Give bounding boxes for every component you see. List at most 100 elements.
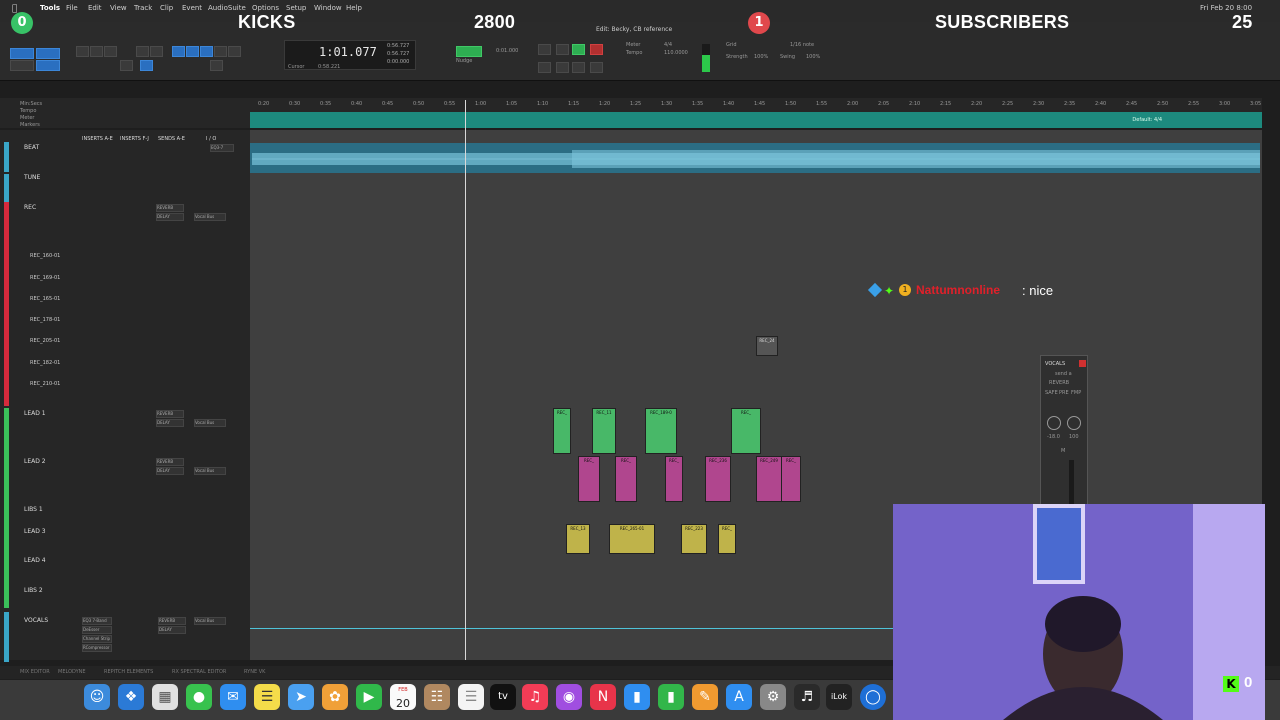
menu-edit[interactable]: Edit [88, 4, 102, 12]
keynote-icon[interactable]: ▮ [624, 684, 650, 710]
playhead[interactable] [465, 100, 466, 660]
lead1-clip-3[interactable]: REC_189-0 [645, 408, 677, 454]
beat-audio-clip[interactable] [250, 143, 1260, 173]
lead2-clip-2[interactable]: REC_ [615, 456, 637, 502]
status-rx[interactable]: RX SPECTRAL EDITOR [172, 669, 226, 675]
io-slot-lead1[interactable]: Vocal Bus [194, 419, 226, 427]
playlist-6[interactable]: REC_182-01 [30, 360, 60, 366]
send-pre-button[interactable]: PRE [1059, 390, 1069, 396]
lead2-clip-3[interactable]: REC_ [665, 456, 683, 502]
send-mute-button[interactable]: M [1061, 448, 1065, 454]
vocals-volume-line[interactable] [250, 628, 893, 629]
selector-tool-button[interactable] [172, 46, 185, 57]
status-ryne[interactable]: RYNE VK [244, 669, 265, 675]
mirror-midi-button[interactable] [210, 60, 223, 71]
menu-view[interactable]: View [110, 4, 127, 12]
send-slot-lead2-delay[interactable]: DELAY [156, 467, 184, 475]
rewind-button[interactable] [538, 62, 551, 73]
appstore-icon[interactable]: A [726, 684, 752, 710]
track-name-lead4[interactable]: LEAD 4 [24, 557, 46, 564]
protools-icon[interactable]: ◯ [860, 684, 886, 710]
stop-button[interactable] [556, 44, 569, 55]
send-slot-lead1-reverb[interactable]: REVERB [156, 410, 184, 418]
menu-event[interactable]: Event [182, 4, 202, 12]
libs-clip-4[interactable]: REC_ [718, 524, 736, 554]
send-window[interactable]: VOCALS send a REVERB SAFE PRE FMP -18.0 … [1040, 355, 1088, 507]
numbers-icon[interactable]: ▮ [658, 684, 684, 710]
send-slot-lead2-reverb[interactable]: REVERB [156, 458, 184, 466]
lead1-clip-4[interactable]: REC_ [731, 408, 761, 454]
send-level-knob[interactable] [1047, 416, 1061, 430]
shuffle-button[interactable] [10, 48, 34, 59]
send-slot-rec-reverb[interactable]: REVERB [156, 204, 184, 212]
close-icon[interactable] [1079, 360, 1086, 367]
playlist-4[interactable]: REC_178-01 [30, 317, 60, 323]
lead2-clip-4[interactable]: REC_236 [705, 456, 731, 502]
tab-to-transient-button[interactable] [120, 60, 133, 71]
track-name-lead2[interactable]: LEAD 2 [24, 458, 46, 465]
rec-clip[interactable]: REC_24 [756, 336, 778, 356]
scrubber-tool-button[interactable] [214, 46, 227, 57]
smart-tool-button[interactable] [200, 46, 213, 57]
messages-icon[interactable]: ● [186, 684, 212, 710]
send-slot-vocals-reverb[interactable]: REVERB [158, 617, 186, 625]
menu-audiosuite[interactable]: AudioSuite [208, 4, 246, 12]
ilok-icon[interactable]: iLok [826, 684, 852, 710]
online-button[interactable] [538, 44, 551, 55]
track-name-lead1[interactable]: LEAD 1 [24, 410, 46, 417]
contacts-icon[interactable]: ☷ [424, 684, 450, 710]
spot-button[interactable] [36, 48, 60, 59]
io-slot-lead2[interactable]: Vocal Bus [194, 467, 226, 475]
io-slot-vocals[interactable]: Vocal Bus [194, 617, 226, 625]
libs-clip-1[interactable]: REC_13 [566, 524, 590, 554]
zoom-out-button[interactable] [90, 46, 103, 57]
status-repitch[interactable]: REPITCH ELEMENTS [104, 669, 153, 675]
maps-icon[interactable]: ➤ [288, 684, 314, 710]
menu-track[interactable]: Track [134, 4, 152, 12]
grid-mode-button[interactable] [456, 46, 482, 57]
return-to-zero-button[interactable] [572, 62, 585, 73]
record-button[interactable] [590, 44, 603, 55]
finder-icon[interactable]: ☺ [84, 684, 110, 710]
menu-options[interactable]: Options [252, 4, 279, 12]
playlist-7[interactable]: REC_210-01 [30, 381, 60, 387]
io-slot-rec[interactable]: Vocal Bus [194, 213, 226, 221]
track-name-libs2[interactable]: LIBS 2 [24, 587, 43, 594]
tuner-icon[interactable]: ♬ [794, 684, 820, 710]
pencil-tool-button[interactable] [228, 46, 241, 57]
playlist-2[interactable]: REC_169-01 [30, 275, 60, 281]
play-button[interactable] [572, 44, 585, 55]
track-name-lead3[interactable]: LEAD 3 [24, 528, 46, 535]
notes-icon[interactable]: ☰ [254, 684, 280, 710]
fast-forward-button[interactable] [556, 62, 569, 73]
go-to-end-button[interactable] [590, 62, 603, 73]
lead1-clip-2[interactable]: REC_11 [592, 408, 616, 454]
lead2-clip-1[interactable]: REC_ [578, 456, 600, 502]
send-safe-button[interactable]: SAFE [1045, 390, 1058, 396]
track-name-rec[interactable]: REC [24, 204, 36, 211]
facetime-icon[interactable]: ▶ [356, 684, 382, 710]
slip-button[interactable] [10, 60, 34, 71]
menu-setup[interactable]: Setup [286, 4, 306, 12]
send-slot-vocals-delay[interactable]: DELAY [158, 626, 186, 634]
playlist-1[interactable]: REC_160-01 [30, 253, 60, 259]
reminders-icon[interactable]: ☰ [458, 684, 484, 710]
send-fmp-button[interactable]: FMP [1071, 390, 1081, 396]
insert-slot-beat[interactable]: EQ3-7 [210, 144, 234, 152]
playlist-5[interactable]: REC_205-01 [30, 338, 60, 344]
zoom-preset-button[interactable] [104, 46, 117, 57]
insert-slot-vocals-3[interactable]: Channel Strip [82, 635, 112, 643]
playlist-3[interactable]: REC_165-01 [30, 296, 60, 302]
send-slot-rec-delay[interactable]: DELAY [156, 213, 184, 221]
appletv-icon[interactable]: tv [490, 684, 516, 710]
zoom-in-button[interactable] [76, 46, 89, 57]
menu-file[interactable]: File [66, 4, 78, 12]
libs-clip-2[interactable]: REC_265-01 [609, 524, 655, 554]
pages-icon[interactable]: ✎ [692, 684, 718, 710]
status-melodyne[interactable]: MELODYNE [58, 669, 86, 675]
status-mix-editor[interactable]: MIX EDITOR [20, 669, 50, 675]
track-name-beat[interactable]: BEAT [24, 144, 39, 151]
track-name-vocals[interactable]: VOCALS [24, 617, 48, 624]
lead2-clip-6[interactable]: REC_ [781, 456, 801, 502]
send-pan-knob[interactable] [1067, 416, 1081, 430]
